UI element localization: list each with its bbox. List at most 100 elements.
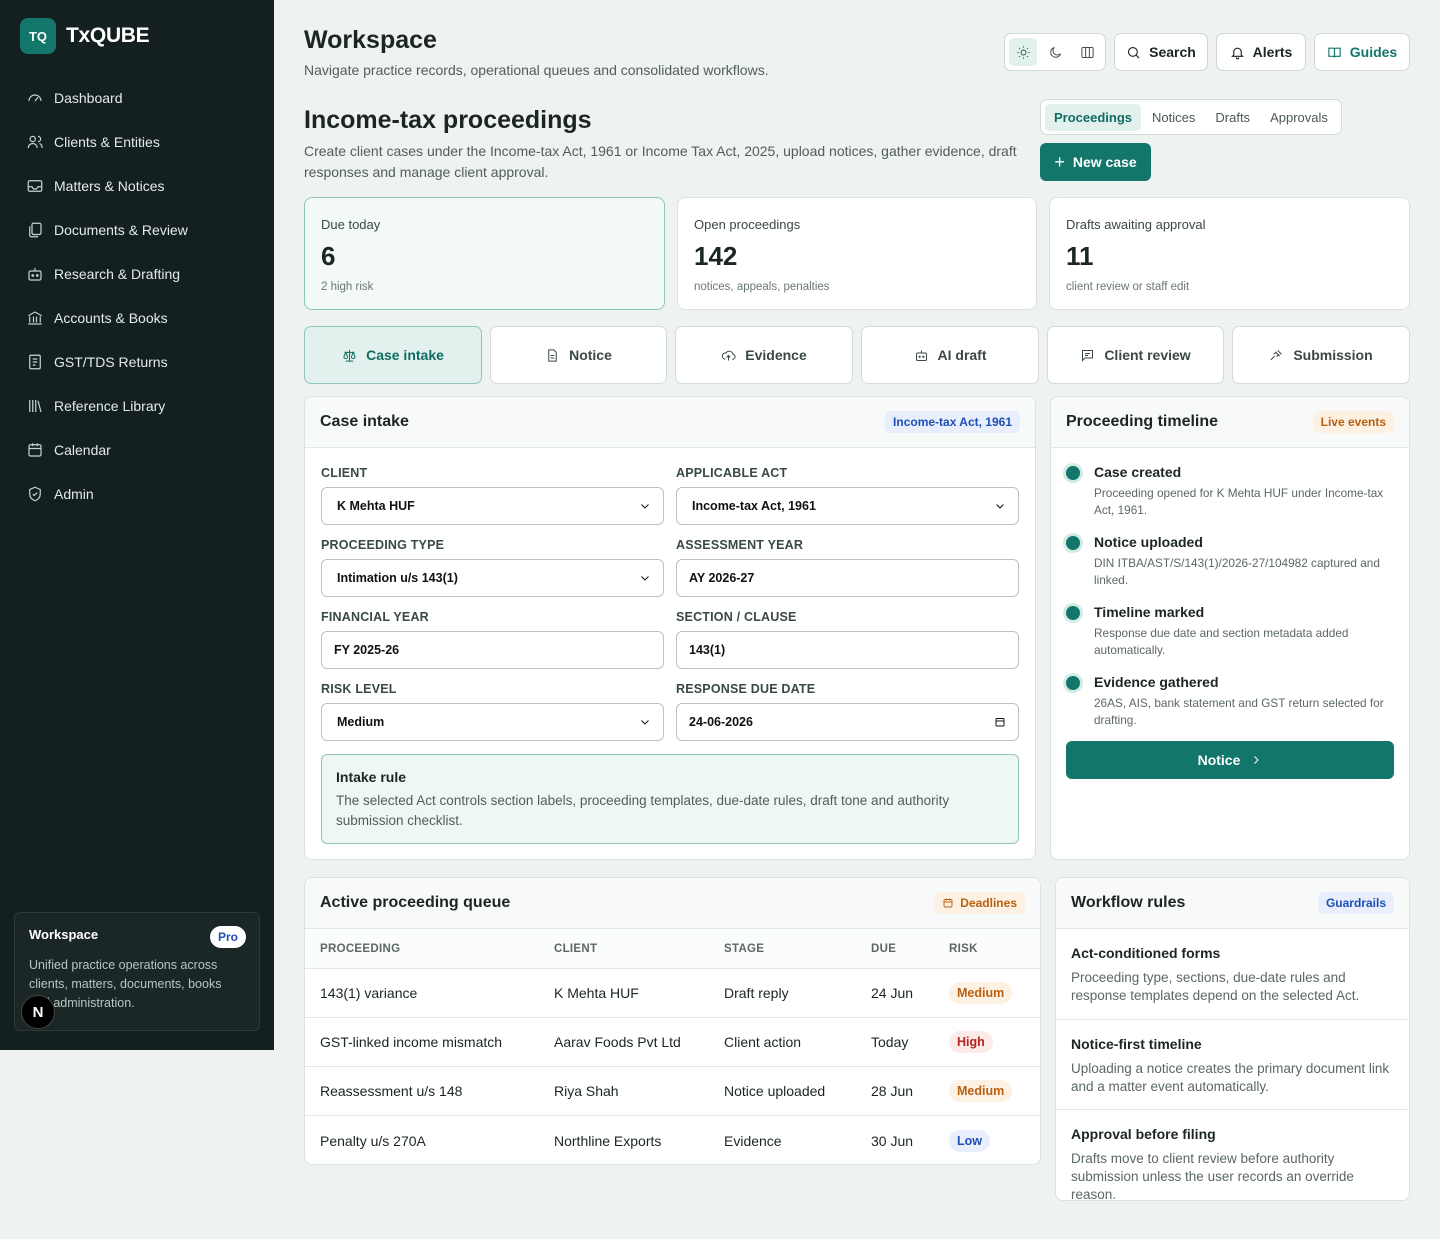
guides-button-label: Guides: [1349, 44, 1398, 60]
alerts-button[interactable]: Alerts: [1216, 33, 1306, 71]
guardrails-tag: Guardrails: [1317, 892, 1394, 914]
panel-header: Proceeding timeline Live events: [1051, 397, 1409, 448]
sidebar-item-admin[interactable]: Admin: [14, 472, 260, 516]
column-header[interactable]: PROCEEDING: [320, 943, 400, 955]
step-notice[interactable]: Notice: [490, 326, 667, 384]
sidebar-item-library[interactable]: Reference Library: [14, 384, 260, 428]
step-client-review[interactable]: Client review: [1047, 326, 1224, 384]
bank-icon: [27, 311, 43, 325]
assessment-year-input[interactable]: AY 2026-27: [676, 559, 1019, 597]
column-header[interactable]: RISK: [949, 943, 978, 955]
moon-icon: [1049, 46, 1061, 58]
calendar-icon[interactable]: [994, 716, 1006, 728]
stat-drafts-awaiting[interactable]: Drafts awaiting approval 11 client revie…: [1049, 197, 1410, 310]
step-ai-draft[interactable]: AI draft: [861, 326, 1039, 384]
due-date-input[interactable]: 24-06-2026: [676, 703, 1019, 741]
sidebar-item-matters[interactable]: Matters & Notices: [14, 164, 260, 208]
risk-level-select[interactable]: Medium: [321, 703, 664, 741]
search-button[interactable]: Search: [1114, 33, 1208, 71]
sidebar-item-accounts[interactable]: Accounts & Books: [14, 296, 260, 340]
sidebar-item-label: Research & Drafting: [54, 266, 181, 282]
table-row[interactable]: 143(1) variance K Mehta HUF Draft reply …: [305, 969, 1040, 1018]
workflow-rule: Approval before filing Drafts move to cl…: [1056, 1110, 1408, 1200]
section-label: SECTION / CLAUSE: [676, 610, 797, 624]
table-row[interactable]: GST-linked income mismatch Aarav Foods P…: [305, 1018, 1040, 1067]
workflow-rule-title: Act-conditioned forms: [1071, 945, 1221, 961]
proceeding-type-select[interactable]: Intimation u/s 143(1): [321, 559, 664, 597]
column-header[interactable]: DUE: [871, 943, 896, 955]
proceeding-queue-panel: Active proceeding queue Deadlines PROCEE…: [304, 877, 1041, 1165]
notice-next-button[interactable]: Notice: [1066, 741, 1394, 779]
tab-drafts[interactable]: Drafts: [1206, 104, 1259, 131]
section-input[interactable]: 143(1): [676, 631, 1019, 669]
guides-button[interactable]: Guides: [1314, 33, 1410, 71]
stage-cell: Evidence: [724, 1132, 782, 1149]
sidebar-item-label: Reference Library: [54, 398, 166, 414]
risk-badge: Medium: [949, 1080, 1013, 1102]
tab-proceedings[interactable]: Proceedings: [1045, 103, 1142, 131]
sidebar-item-clients[interactable]: Clients & Entities: [14, 120, 260, 164]
risk-level-value: Medium: [337, 715, 385, 729]
timeline-event-text: Response due date and section metadata a…: [1094, 626, 1349, 657]
sidebar-nav: Dashboard Clients & Entities Matters & N…: [14, 76, 260, 516]
stage-cell: Notice uploaded: [724, 1083, 826, 1099]
timeline-dot: [1066, 466, 1080, 480]
column-header[interactable]: CLIENT: [554, 943, 597, 955]
sidebar-item-documents[interactable]: Documents & Review: [14, 208, 260, 252]
message-icon: [1082, 349, 1094, 362]
act-value: Income-tax Act, 1961: [692, 499, 816, 513]
brand-name: TxQUBE: [66, 24, 150, 47]
n-badge[interactable]: N: [21, 995, 55, 1029]
client-select[interactable]: K Mehta HUF: [321, 487, 664, 525]
new-case-button[interactable]: + New case: [1040, 143, 1151, 181]
timeline-dot: [1066, 536, 1080, 550]
step-evidence[interactable]: Evidence: [675, 326, 853, 384]
column-header[interactable]: STAGE: [724, 943, 764, 955]
proceeding-cell: GST-linked income mismatch: [320, 1034, 503, 1050]
brand[interactable]: TQ TxQUBE: [20, 18, 150, 54]
panel-title: Proceeding timeline: [1066, 413, 1219, 430]
stat-note: 2 high risk: [321, 281, 374, 293]
table-row[interactable]: Reassessment u/s 148 Riya Shah Notice up…: [305, 1067, 1040, 1116]
receipt-icon: [29, 354, 41, 370]
due-cell: 30 Jun: [871, 1132, 914, 1149]
step-submission[interactable]: Submission: [1232, 326, 1410, 384]
timeline-event-text: DIN ITBA/AST/S/143(1)/2026-27/104982 cap…: [1094, 556, 1380, 587]
light-theme-button[interactable]: [1009, 38, 1037, 66]
deadlines-tag: Deadlines: [934, 892, 1025, 914]
step-label: Evidence: [745, 347, 807, 363]
timeline-event-text: 26AS, AIS, bank statement and GST return…: [1094, 696, 1384, 727]
sidebar-item-dashboard[interactable]: Dashboard: [14, 76, 260, 120]
step-label: Case intake: [366, 347, 444, 363]
sun-icon: [1016, 45, 1030, 59]
stage-cell: Draft reply: [724, 985, 789, 1001]
financial-year-input[interactable]: FY 2025-26: [321, 631, 664, 669]
layout-toggle-button[interactable]: [1073, 38, 1101, 66]
dark-theme-button[interactable]: [1041, 38, 1069, 66]
chevron-right-icon: [1254, 756, 1260, 764]
chevron-down-icon: [641, 504, 649, 509]
page-title: Workspace: [304, 26, 437, 54]
stat-due-today[interactable]: Due today 6 2 high risk: [304, 197, 665, 310]
sidebar-item-research[interactable]: Research & Drafting: [14, 252, 260, 296]
sidebar-item-returns[interactable]: GST/TDS Returns: [14, 340, 260, 384]
step-case-intake[interactable]: Case intake: [304, 326, 482, 384]
proceeding-cell: 143(1) variance: [320, 985, 418, 1001]
due-date-value: 24-06-2026: [689, 715, 753, 729]
tab-notices[interactable]: Notices: [1143, 104, 1204, 131]
book-icon: [1328, 47, 1341, 58]
stat-open-proceedings[interactable]: Open proceedings 142 notices, appeals, p…: [677, 197, 1037, 310]
workflow-rule-text: Drafts move to client review before auth…: [1071, 1151, 1354, 1201]
sidebar-item-label: Clients & Entities: [54, 134, 160, 150]
panel-header: Active proceeding queue Deadlines: [305, 878, 1040, 929]
workflow-rule: Act-conditioned forms Proceeding type, s…: [1056, 929, 1408, 1020]
act-select[interactable]: Income-tax Act, 1961: [676, 487, 1019, 525]
client-cell: Northline Exports: [554, 1132, 662, 1149]
tab-approvals[interactable]: Approvals: [1261, 104, 1337, 131]
timeline-event-text: Proceeding opened for K Mehta HUF under …: [1094, 486, 1384, 517]
sidebar-item-calendar[interactable]: Calendar: [14, 428, 260, 472]
timeline-event-title: Notice uploaded: [1094, 534, 1203, 550]
bell-icon: [1230, 47, 1244, 59]
table-row[interactable]: Penalty u/s 270A Northline Exports Evide…: [305, 1116, 1040, 1164]
stat-note: client review or staff edit: [1066, 281, 1190, 293]
